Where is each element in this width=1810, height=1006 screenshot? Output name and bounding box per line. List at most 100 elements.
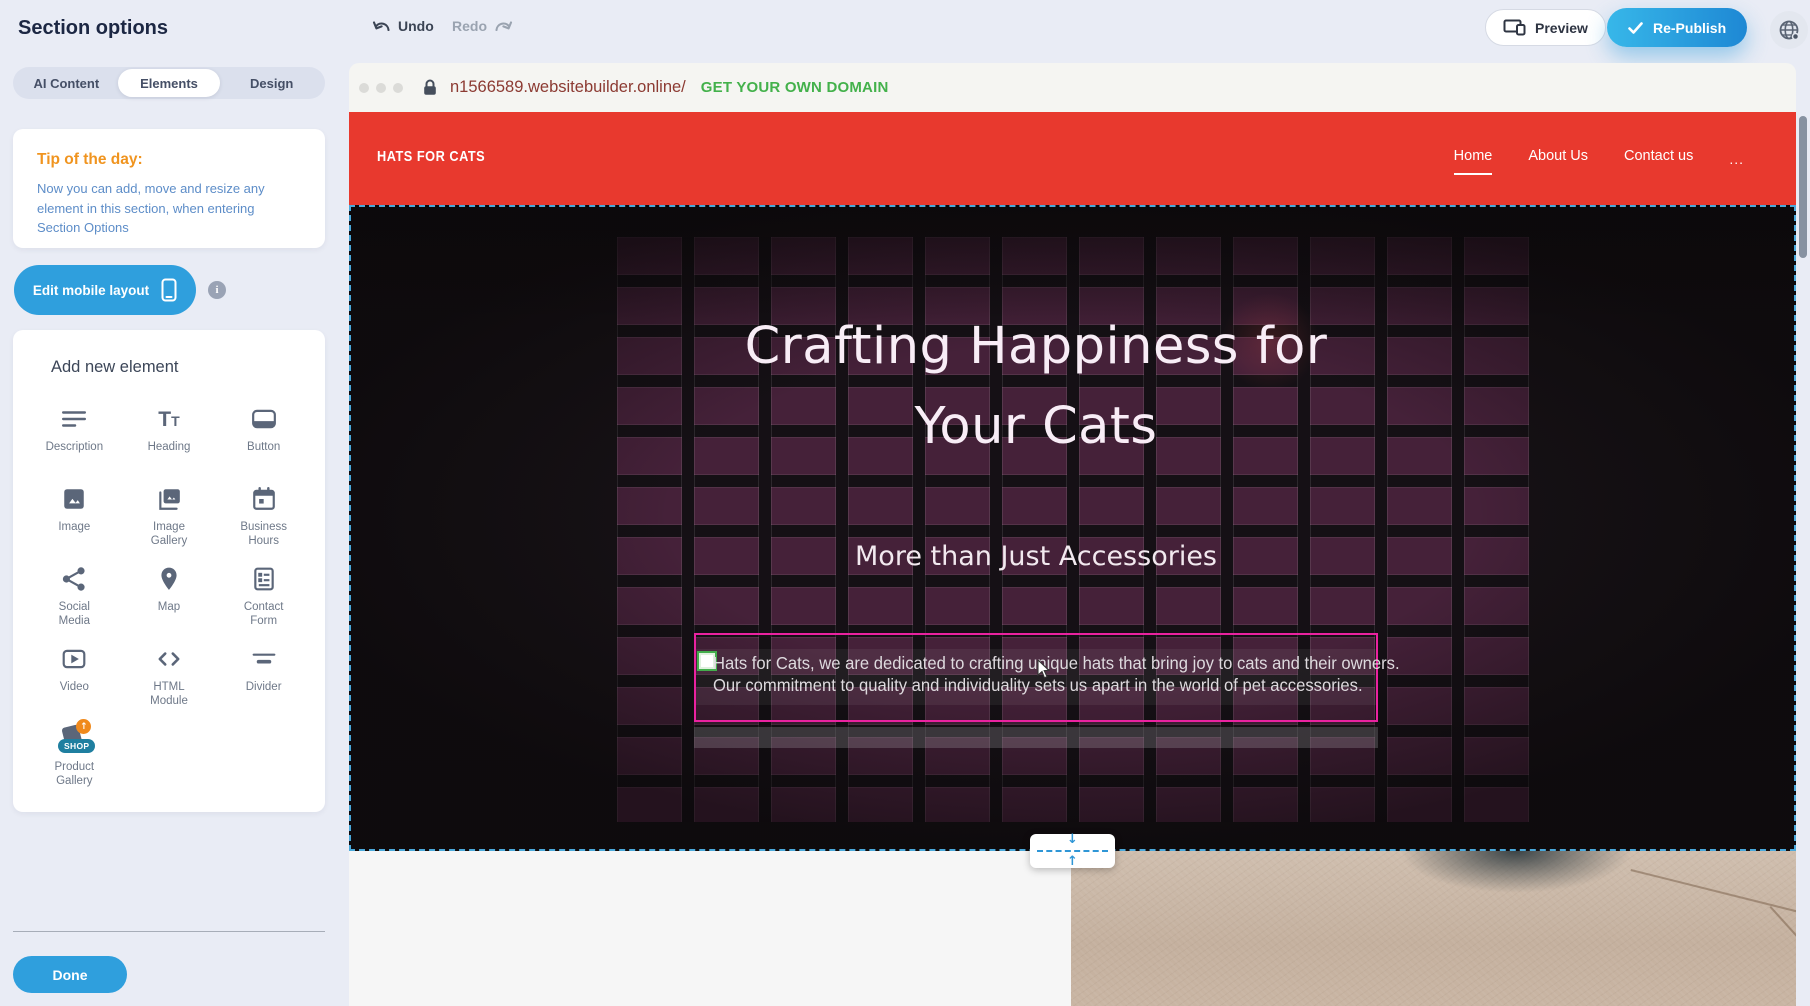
redo-label: Redo <box>452 18 487 34</box>
republish-button[interactable]: Re-Publish <box>1607 8 1747 47</box>
nav-about-us[interactable]: About Us <box>1528 148 1588 170</box>
upgrade-arrow-icon: ↑ <box>76 719 91 734</box>
arrow-down-icon: ↓ <box>1067 834 1078 846</box>
app-root: Section options Undo Redo Preview <box>0 0 1810 1006</box>
preview-button[interactable]: Preview <box>1485 9 1606 46</box>
element-image-gallery[interactable]: Image Gallery <box>122 483 217 563</box>
element-divider[interactable]: Divider <box>216 643 311 723</box>
undo-icon <box>372 20 391 33</box>
browser-bar: n1566589.websitebuilder.online/ GET YOUR… <box>349 63 1796 112</box>
element-label: Contact Form <box>232 600 296 629</box>
html-module-icon <box>156 643 182 675</box>
element-video[interactable]: Video <box>27 643 122 723</box>
hero-heading[interactable]: Crafting Happiness for Your Cats <box>694 307 1378 467</box>
redo-button[interactable]: Redo <box>452 18 513 34</box>
element-description[interactable]: Description <box>27 403 122 483</box>
floor-grout-line <box>1631 869 1796 934</box>
tip-heading: Tip of the day: <box>37 151 301 169</box>
devices-icon <box>1503 19 1526 36</box>
nav-more-icon[interactable]: ... <box>1729 151 1744 167</box>
window-dot <box>393 83 403 93</box>
next-section[interactable] <box>349 851 1796 1006</box>
hero-paragraph: Hats for Cats, we are dedicated to craft… <box>713 652 1359 696</box>
phone-icon <box>161 278 177 302</box>
resize-dashed-line <box>1037 850 1108 852</box>
element-contact-form[interactable]: Contact Form <box>216 563 311 643</box>
element-map[interactable]: Map <box>122 563 217 643</box>
selected-paragraph-element[interactable]: Hats for Cats, we are dedicated to craft… <box>694 633 1378 722</box>
contact-form-icon <box>251 563 277 595</box>
hero-content: Crafting Happiness for Your Cats More th… <box>694 205 1378 851</box>
nav-contact-us[interactable]: Contact us <box>1624 148 1693 170</box>
next-section-blank <box>349 851 1071 1006</box>
floor-grout-line <box>1770 906 1796 1006</box>
section-resize-handle[interactable]: ↓ ↑ <box>1030 834 1115 868</box>
element-label: Button <box>247 440 280 454</box>
site-header: HATS FOR CATS Home About Us Contact us .… <box>349 112 1796 205</box>
republish-label: Re-Publish <box>1653 20 1726 36</box>
globe-button[interactable] <box>1770 11 1808 49</box>
element-label: Image Gallery <box>137 520 201 549</box>
site-logo[interactable]: HATS FOR CATS <box>377 148 485 165</box>
element-label: Divider <box>246 680 282 694</box>
product-gallery-icon: ↑ SHOP <box>57 723 91 755</box>
element-label: HTML Module <box>137 680 201 709</box>
site-nav: Home About Us Contact us ... <box>1454 112 1744 205</box>
element-label: Heading <box>148 440 191 454</box>
window-dot <box>376 83 386 93</box>
hero-subheading[interactable]: More than Just Accessories <box>694 541 1378 572</box>
page-title: Section options <box>18 17 168 40</box>
element-label: Product Gallery <box>42 760 106 789</box>
element-grid: Description TT Heading Button <box>27 403 311 803</box>
next-section-image <box>1071 851 1796 1006</box>
section-tabs: AI Content Elements Design <box>13 67 325 99</box>
heading-icon: TT <box>158 403 179 435</box>
hero-heading-line1: Crafting Happiness for <box>694 307 1378 387</box>
element-label: Business Hours <box>232 520 296 549</box>
business-hours-icon <box>251 483 277 515</box>
element-heading[interactable]: TT Heading <box>122 403 217 483</box>
element-social-media[interactable]: Social Media <box>27 563 122 643</box>
element-image[interactable]: Image <box>27 483 122 563</box>
add-element-panel: Add new element Description TT Heading <box>13 330 325 812</box>
element-label: Image <box>58 520 90 534</box>
mouse-cursor <box>1037 660 1052 681</box>
description-icon <box>61 403 87 435</box>
hero-section[interactable]: Crafting Happiness for Your Cats More th… <box>349 205 1796 851</box>
site-url[interactable]: n1566589.websitebuilder.online/ <box>450 78 686 97</box>
tab-elements[interactable]: Elements <box>118 69 221 97</box>
add-panel-title: Add new element <box>27 358 311 377</box>
button-icon <box>251 403 277 435</box>
undo-button[interactable]: Undo <box>372 18 434 34</box>
window-dot <box>359 83 369 93</box>
undo-label: Undo <box>398 18 434 34</box>
tip-body: Now you can add, move and resize any ele… <box>37 179 295 238</box>
redo-icon <box>494 20 513 33</box>
image-gallery-icon <box>156 483 182 515</box>
element-label: Video <box>60 680 89 694</box>
get-domain-link[interactable]: GET YOUR OWN DOMAIN <box>701 79 889 96</box>
element-business-hours[interactable]: Business Hours <box>216 483 311 563</box>
info-icon[interactable]: i <box>208 281 226 299</box>
element-label: Description <box>46 440 104 454</box>
paragraph-line2: Our commitment to quality and individual… <box>713 674 1359 696</box>
tip-of-the-day-card: Tip of the day: Now you can add, move an… <box>13 129 325 248</box>
page-scrollbar[interactable] <box>1799 116 1807 258</box>
nav-home[interactable]: Home <box>1454 148 1493 175</box>
video-icon <box>61 643 87 675</box>
element-html-module[interactable]: HTML Module <box>122 643 217 723</box>
done-button[interactable]: Done <box>13 956 127 993</box>
check-icon <box>1628 22 1643 34</box>
element-label: Social Media <box>42 600 106 629</box>
element-label: Map <box>158 600 180 614</box>
sidebar-divider <box>13 931 325 932</box>
element-product-gallery[interactable]: ↑ SHOP Product Gallery <box>27 723 122 803</box>
element-button[interactable]: Button <box>216 403 311 483</box>
map-icon <box>156 563 182 595</box>
tab-ai-content[interactable]: AI Content <box>15 69 118 97</box>
edit-mobile-layout-button[interactable]: Edit mobile layout <box>14 265 196 315</box>
edit-mobile-label: Edit mobile layout <box>33 283 149 298</box>
arrow-up-icon: ↑ <box>1067 856 1078 868</box>
site-preview: HATS FOR CATS Home About Us Contact us .… <box>349 112 1796 1006</box>
tab-design[interactable]: Design <box>220 69 323 97</box>
